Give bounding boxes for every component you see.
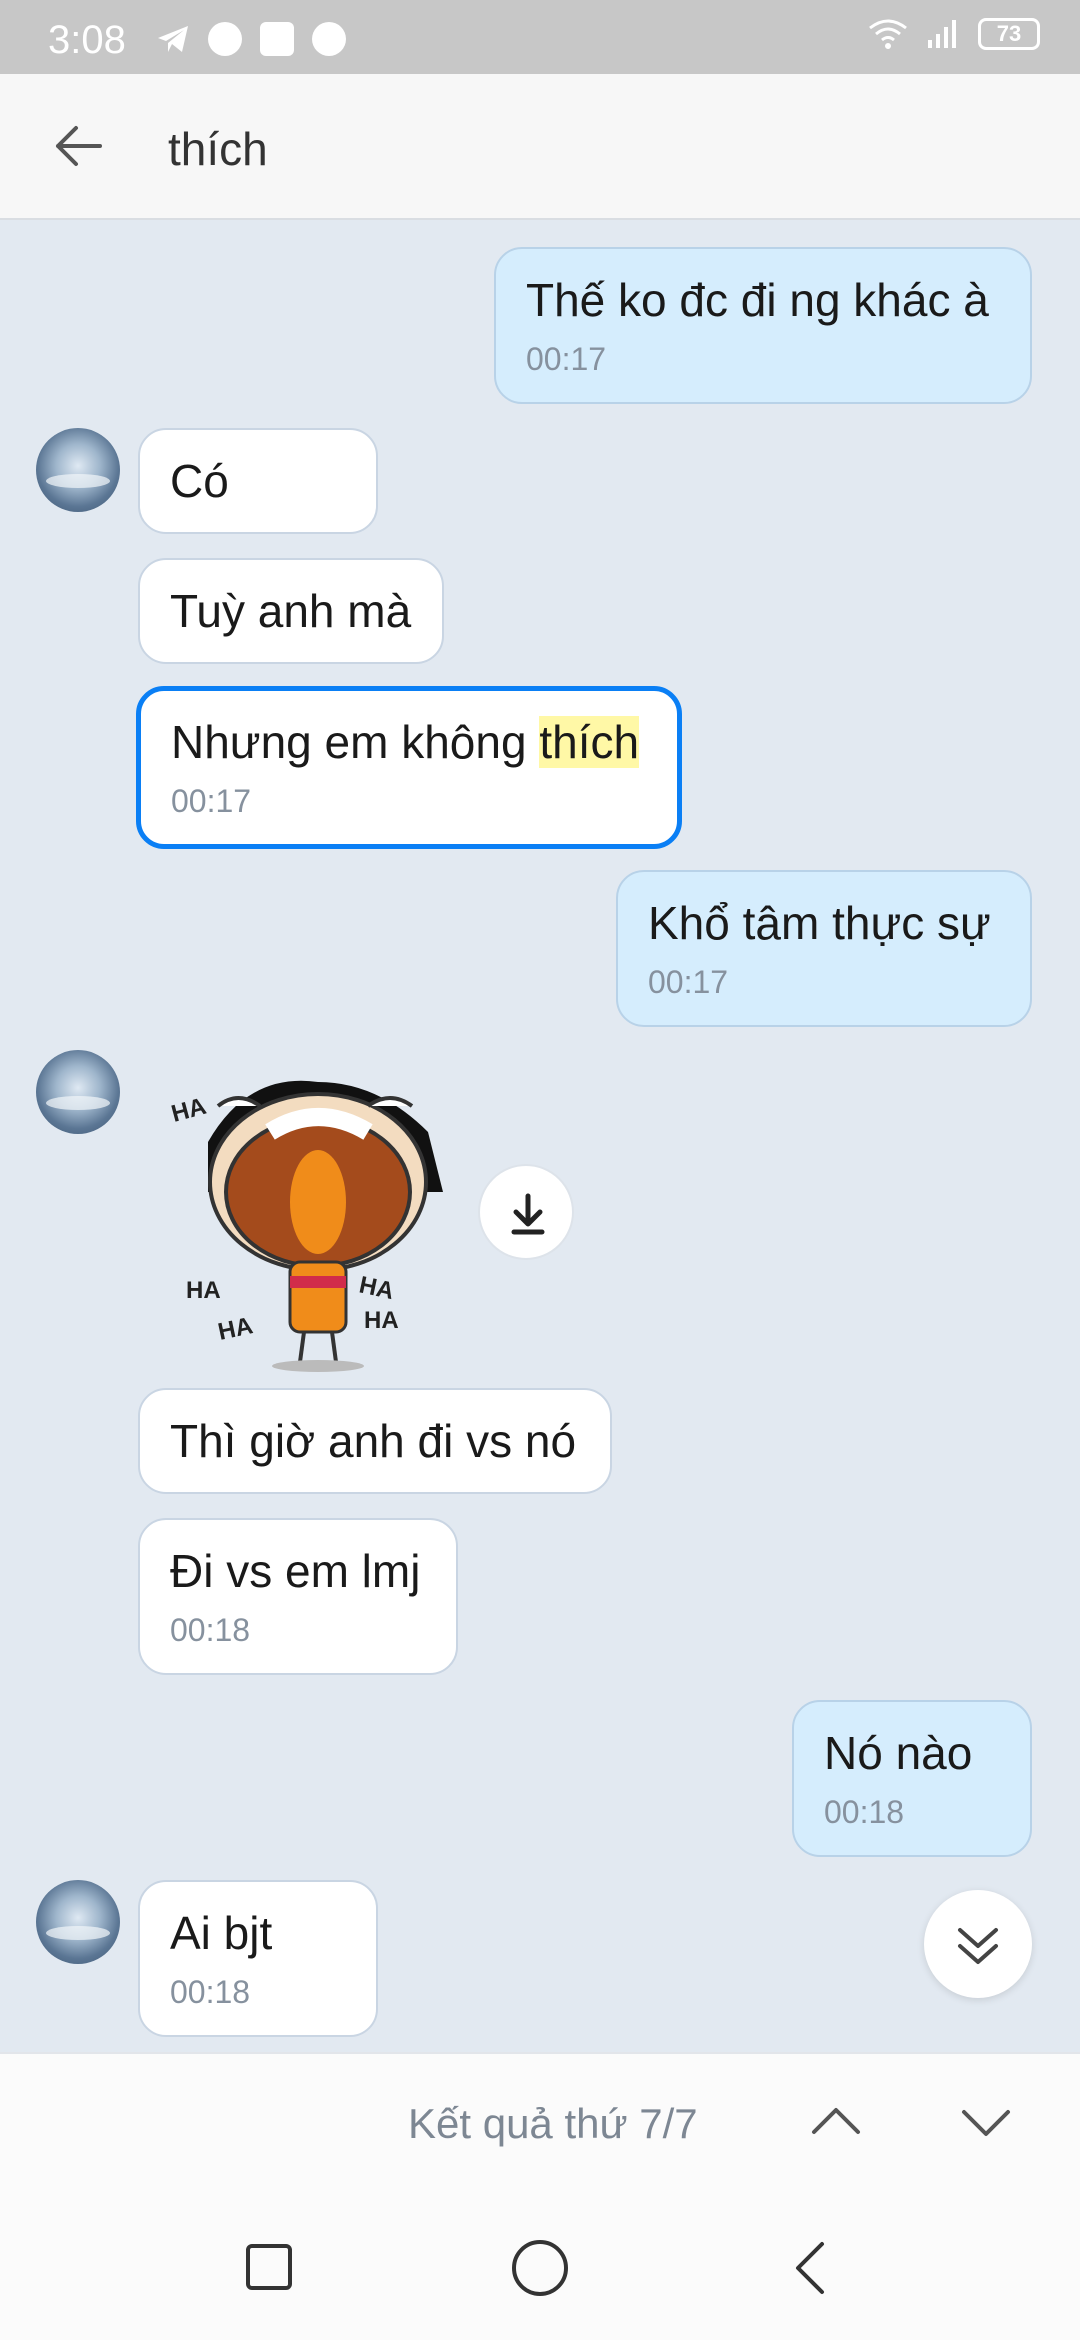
ha-text: HA <box>357 1271 397 1305</box>
download-button[interactable] <box>478 1164 574 1260</box>
message-time: 00:17 <box>171 783 252 819</box>
ha-text: HA <box>364 1307 399 1334</box>
message-text: Khổ tâm thực sự <box>648 897 991 949</box>
message-time: 00:17 <box>648 964 729 1000</box>
gallery-icon <box>260 22 294 56</box>
double-chevron-down-icon <box>958 1928 998 1964</box>
incoming-message[interactable]: Đi vs em lmj 00:18 <box>138 1518 458 1675</box>
message-time: 00:17 <box>526 341 607 377</box>
wifi-icon <box>869 19 907 49</box>
messenger-icon <box>208 22 242 56</box>
chevron-down-icon[interactable] <box>956 2092 1016 2152</box>
outgoing-message[interactable]: Khổ tâm thực sự 00:17 <box>616 870 1032 1027</box>
message-time: 00:18 <box>170 1974 251 2010</box>
notification-icons <box>156 22 346 56</box>
ha-text: HA <box>186 1277 221 1304</box>
incoming-message[interactable]: Ai bjt 00:18 <box>138 1880 378 2037</box>
message-text: Thì giờ anh đi vs nó <box>170 1415 577 1467</box>
outgoing-message[interactable]: Thế ko đc đi ng khác à 00:17 <box>494 247 1032 404</box>
status-bar: 3:08 73 <box>0 0 1080 74</box>
system-nav-bar <box>0 2202 1080 2340</box>
search-query-title: thích <box>168 123 268 175</box>
incoming-message[interactable]: Tuỳ anh mà <box>138 558 444 664</box>
messenger-icon-2 <box>312 22 346 56</box>
incoming-message[interactable]: Có <box>138 428 378 534</box>
message-text: Nhưng em không thích <box>171 715 647 769</box>
battery-indicator: 73 <box>978 18 1040 50</box>
message-list[interactable]: Thế ko đc đi ng khác à 00:17 Có Tuỳ anh … <box>0 222 1080 2050</box>
recent-apps-button[interactable] <box>246 2244 292 2290</box>
ha-text: HA <box>169 1093 209 1128</box>
message-text: Tuỳ anh mà <box>170 585 412 637</box>
scroll-to-bottom-button[interactable] <box>924 1890 1032 1998</box>
ha-text: HA <box>216 1312 256 1346</box>
arrow-left-icon[interactable] <box>50 116 110 176</box>
search-header: thích <box>0 74 1080 220</box>
nav-back-icon[interactable] <box>790 2238 830 2298</box>
status-right: 73 <box>868 18 1040 50</box>
message-text: Nó nào <box>824 1727 973 1779</box>
search-result-bar: Kết quả thứ 7/7 <box>0 2052 1080 2202</box>
message-text: Thế ko đc đi ng khác à <box>526 274 989 326</box>
message-text-before: Nhưng em không <box>171 716 540 768</box>
signal-icon <box>928 20 956 48</box>
message-text: Ai bjt <box>170 1907 273 1959</box>
avatar[interactable] <box>36 428 120 512</box>
highlighted-search-result-message[interactable]: Nhưng em không thích 00:17 <box>136 686 682 849</box>
message-text: Đi vs em lmj <box>170 1545 421 1597</box>
status-time: 3:08 <box>48 18 126 62</box>
result-counter: Kết quả thứ 7/7 <box>408 2100 698 2147</box>
outgoing-message[interactable]: Nó nào 00:18 <box>792 1700 1032 1857</box>
search-highlight: thích <box>539 716 640 768</box>
message-time: 00:18 <box>170 1612 251 1648</box>
message-text: Có <box>170 455 229 507</box>
chevron-up-icon[interactable] <box>806 2092 866 2152</box>
download-icon <box>511 1193 545 1235</box>
laughing-sticker[interactable]: HA HA HA HA HA <box>168 1062 468 1372</box>
incoming-message[interactable]: Thì giờ anh đi vs nó <box>138 1388 612 1494</box>
telegram-icon <box>156 22 190 56</box>
home-button[interactable] <box>512 2240 568 2296</box>
avatar[interactable] <box>36 1880 120 1964</box>
message-time: 00:18 <box>824 1794 905 1830</box>
avatar[interactable] <box>36 1050 120 1134</box>
